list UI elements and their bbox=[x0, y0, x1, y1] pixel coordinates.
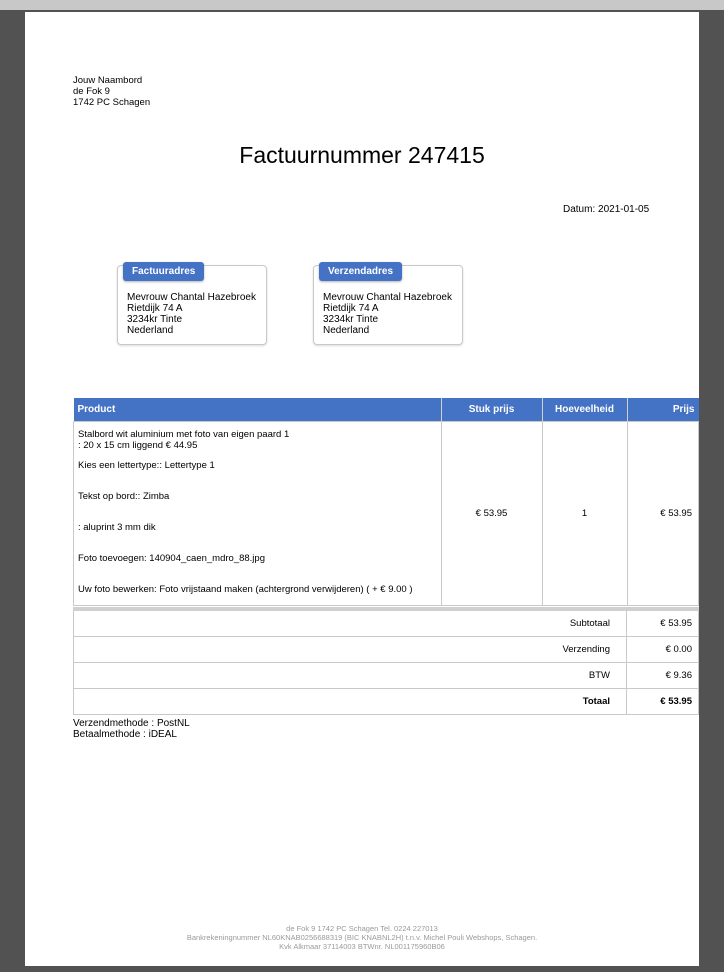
footer-address: de Fok 9 1742 PC Schagen Tel. 0224 22701… bbox=[286, 924, 438, 933]
product-text: Tekst op bord:: Zimba bbox=[78, 491, 170, 502]
sender-name: Jouw Naambord bbox=[73, 75, 143, 86]
order-methods: Verzendmethode : PostNL Betaalmethode : … bbox=[73, 718, 190, 740]
sender-address: Jouw Naambord de Fok 9 1742 PC Schagen bbox=[73, 75, 150, 108]
product-description: Stalbord wit aluminium met foto van eige… bbox=[73, 421, 442, 606]
total-label: Totaal bbox=[73, 688, 627, 715]
sender-city: 1742 PC Schagen bbox=[73, 97, 151, 108]
billing-city: 3234kr Tinte bbox=[127, 314, 183, 325]
product-name: Stalbord wit aluminium met foto van eige… bbox=[78, 429, 290, 440]
shipping-address-lines: Mevrouw Chantal Hazebroek Rietdijk 74 A … bbox=[323, 292, 452, 336]
viewer-top-bar bbox=[0, 0, 724, 10]
table-header-row: Product Stuk prijs Hoeveelheid Prijs bbox=[73, 398, 699, 422]
item-unit-price: € 53.95 bbox=[440, 421, 543, 606]
invoice-page: Jouw Naambord de Fok 9 1742 PC Schagen F… bbox=[25, 12, 699, 966]
shipping-city: 3234kr Tinte bbox=[323, 314, 379, 325]
product-font: Kies een lettertype:: Lettertype 1 bbox=[78, 460, 215, 471]
item-price: € 53.95 bbox=[626, 421, 699, 606]
subtotal-value: € 53.95 bbox=[626, 608, 699, 637]
header-price: Prijs bbox=[627, 398, 699, 422]
subtotal-label: Subtotaal bbox=[73, 608, 627, 637]
subtotal-row: Subtotaal € 53.95 bbox=[73, 608, 699, 637]
shipping-cost-value: € 0.00 bbox=[626, 636, 699, 663]
product-photo-edit: Uw foto bewerken: Foto vrijstaand maken … bbox=[78, 584, 413, 595]
invoice-title: Factuurnummer 247415 bbox=[239, 142, 485, 168]
billing-country: Nederland bbox=[127, 325, 174, 336]
header-product: Product bbox=[73, 398, 442, 422]
billing-address-lines: Mevrouw Chantal Hazebroek Rietdijk 74 A … bbox=[127, 292, 256, 336]
footer-bank: Bankrekeningnummer NL60KNAB0256688319 (B… bbox=[186, 933, 538, 942]
order-items-table: Product Stuk prijs Hoeveelheid Prijs Sta… bbox=[73, 398, 699, 606]
billing-street: Rietdijk 74 A bbox=[127, 303, 183, 314]
header-unit-price: Stuk prijs bbox=[441, 398, 543, 422]
total-row: Totaal € 53.95 bbox=[73, 688, 699, 715]
total-value: € 53.95 bbox=[626, 688, 699, 715]
shipping-street: Rietdijk 74 A bbox=[323, 303, 379, 314]
product-size: : 20 x 15 cm liggend € 44.95 bbox=[78, 440, 198, 451]
item-quantity: 1 bbox=[541, 421, 628, 606]
billing-name: Mevrouw Chantal Hazebroek bbox=[127, 292, 256, 303]
product-photo: Foto toevoegen: 140904_caen_mdro_88.jpg bbox=[78, 553, 265, 564]
totals-table: Subtotaal € 53.95 Verzending € 0.00 BTW … bbox=[73, 607, 699, 715]
table-row: Stalbord wit aluminium met foto van eige… bbox=[73, 421, 699, 606]
billing-address-tag: Factuuradres bbox=[123, 262, 205, 281]
vat-row: BTW € 9.36 bbox=[73, 662, 699, 689]
shipping-method: Verzendmethode : PostNL bbox=[73, 718, 190, 729]
payment-method: Betaalmethode : iDEAL bbox=[73, 729, 177, 740]
sender-street: de Fok 9 bbox=[73, 86, 110, 97]
invoice-date: Datum: 2021-01-05 bbox=[563, 204, 650, 215]
shipping-cost-row: Verzending € 0.00 bbox=[73, 636, 699, 663]
invoice-footer: de Fok 9 1742 PC Schagen Tel. 0224 22701… bbox=[25, 924, 699, 951]
shipping-address-tag: Verzendadres bbox=[319, 262, 403, 281]
billing-address-box: Factuuradres Mevrouw Chantal Hazebroek R… bbox=[117, 262, 267, 345]
header-quantity: Hoeveelheid bbox=[542, 398, 628, 422]
vat-label: BTW bbox=[73, 662, 627, 689]
vat-value: € 9.36 bbox=[626, 662, 699, 689]
shipping-name: Mevrouw Chantal Hazebroek bbox=[323, 292, 452, 303]
product-material: : aluprint 3 mm dik bbox=[78, 522, 156, 533]
shipping-cost-label: Verzending bbox=[73, 636, 627, 663]
shipping-country: Nederland bbox=[323, 325, 370, 336]
shipping-address-box: Verzendadres Mevrouw Chantal Hazebroek R… bbox=[313, 262, 463, 345]
footer-registration: Kvk Alkmaar 37114003 BTWnr. NL001175960B… bbox=[279, 942, 445, 951]
